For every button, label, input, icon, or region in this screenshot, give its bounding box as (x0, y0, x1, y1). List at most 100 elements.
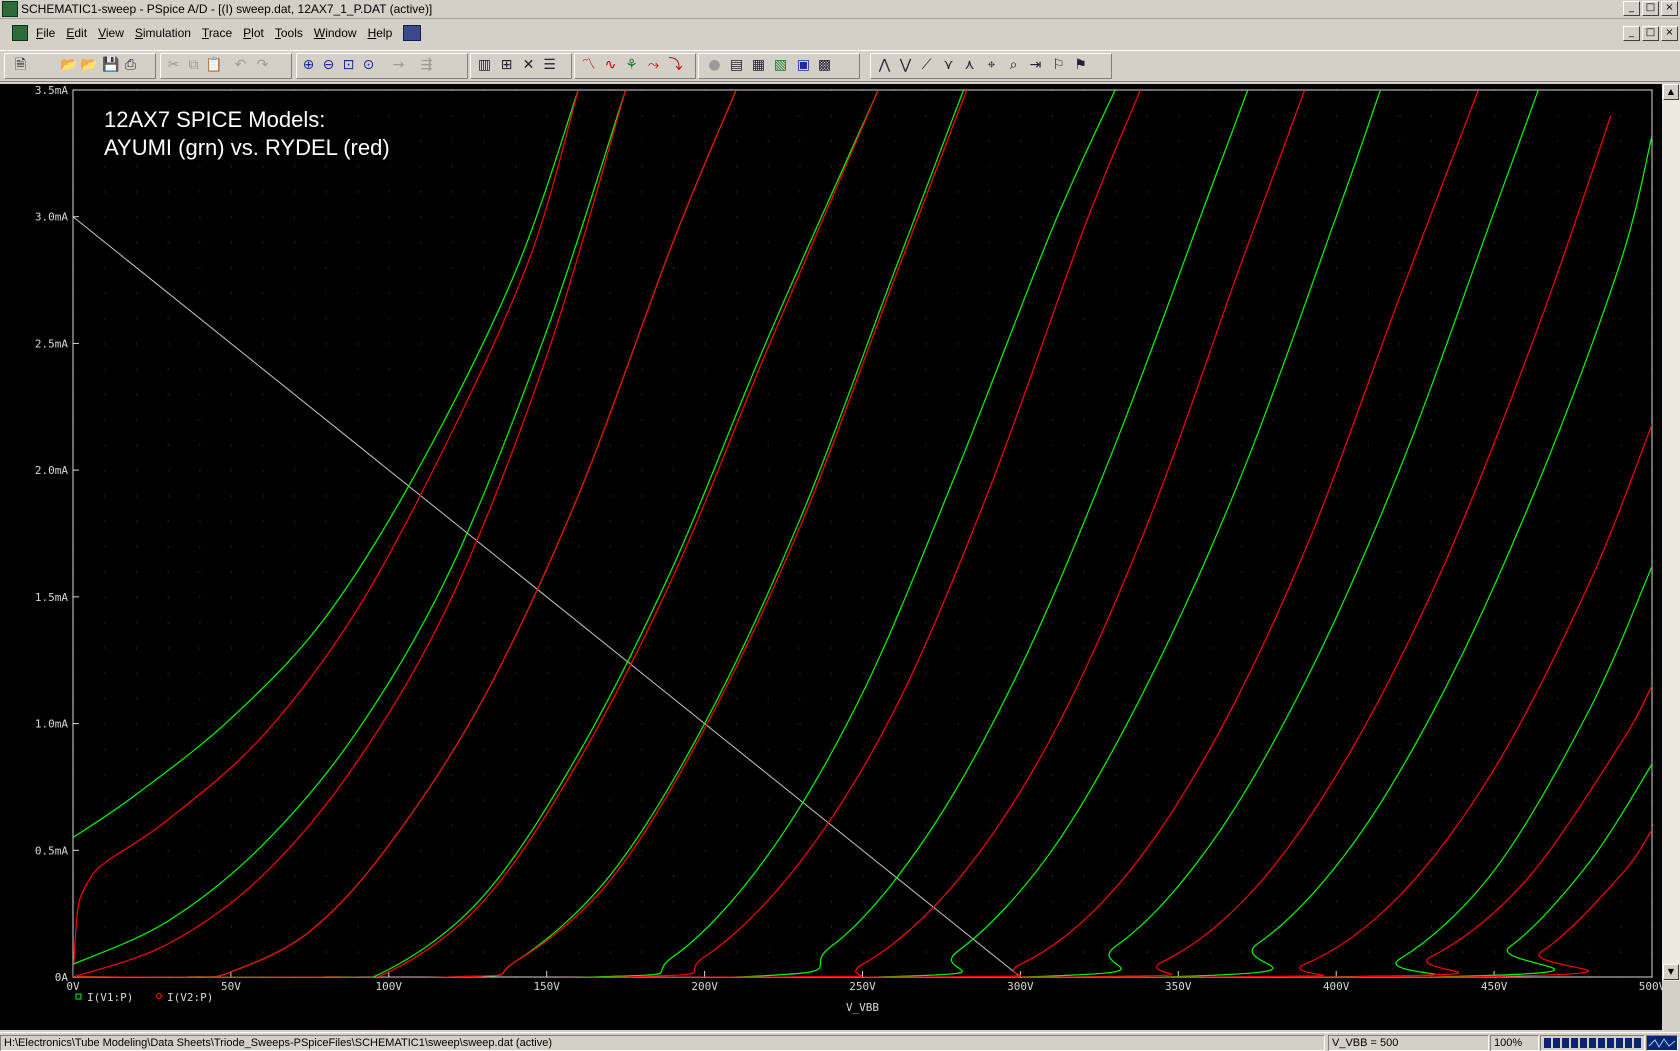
grid-dot (925, 672, 927, 674)
open-icon[interactable]: 📂 (60, 57, 77, 74)
cursor-peak-icon[interactable]: ⋀ (876, 57, 893, 74)
grid-dot (388, 419, 390, 421)
grid-dot (578, 571, 580, 573)
grid-dot (1178, 622, 1180, 624)
grid-dot (357, 774, 359, 776)
cursor-search-icon[interactable]: ⌕ (1005, 57, 1022, 74)
grid-dot (420, 318, 422, 320)
grid-dot (1209, 318, 1211, 320)
y-tick-label: 2.0mA (35, 464, 68, 477)
log-x-icon[interactable]: → (390, 57, 407, 74)
zoom-area-icon[interactable]: ⊡ (340, 57, 357, 74)
grid-dot (483, 166, 485, 168)
zoom-in-icon[interactable]: ⊕ (300, 57, 317, 74)
probe-window-icon[interactable]: ▣ (795, 57, 812, 74)
grid-dot (767, 166, 769, 168)
grid-dot (357, 926, 359, 928)
menu-simulation[interactable]: Simulation (135, 26, 191, 40)
menu-view[interactable]: View (98, 26, 124, 40)
grid-dot (704, 951, 706, 953)
menu-trace[interactable]: Trace (202, 26, 232, 40)
markers-icon[interactable]: ▩ (816, 57, 833, 74)
grid-dot (167, 926, 169, 928)
menu-edit[interactable]: Edit (66, 26, 87, 40)
cursor-slope-icon[interactable]: ⟋ (918, 57, 935, 74)
doc-restore-button[interactable]: □ (1642, 26, 1659, 41)
grid-dot (199, 444, 201, 446)
grid-dot (925, 216, 927, 218)
grid-dot (388, 191, 390, 193)
fourier-icon[interactable]: ⇶ (418, 57, 435, 74)
progress-segment (1580, 1038, 1587, 1049)
cut-icon[interactable]: ✂ (165, 57, 182, 74)
zoom-out-icon[interactable]: ⊖ (320, 57, 337, 74)
plot-window[interactable]: 0V 50V 100V 150V 200V 250V 300V 350V 400V 450V 500… (0, 84, 1662, 1030)
grid-dot (1273, 951, 1275, 953)
paste-icon[interactable]: 📋 (205, 57, 222, 74)
grid-dot (1525, 774, 1527, 776)
scroll-down-icon[interactable]: ▼ (1663, 964, 1679, 980)
grid-dot (957, 318, 959, 320)
doc-close-button[interactable]: × (1661, 26, 1678, 41)
grid-dot (799, 444, 801, 446)
grid-dot (357, 191, 359, 193)
grid-dot (262, 191, 264, 193)
view-results-icon[interactable]: ▧ (772, 57, 789, 74)
grid-dot (1020, 520, 1022, 522)
grid-icon[interactable]: ☰ (541, 57, 558, 74)
add-trace-icon[interactable]: 〽 (580, 57, 597, 74)
cursor-min-icon[interactable]: ⋎ (940, 57, 957, 74)
probe-chart[interactable]: 0V 50V 100V 150V 200V 250V 300V 350V 400V 450V 500… (0, 84, 1662, 1030)
whats-this-icon[interactable] (403, 25, 422, 41)
new-icon[interactable]: 🗎 (12, 57, 29, 74)
grid-dot (483, 723, 485, 725)
menu-help[interactable]: Help (368, 26, 393, 40)
copy-icon[interactable]: ⧉ (185, 57, 202, 74)
delete-plot-icon[interactable]: ⤳ (645, 57, 662, 74)
grid-dot (1241, 596, 1243, 598)
close-button[interactable]: × (1661, 1, 1678, 16)
grid-dot (262, 951, 264, 953)
cursor-point-icon[interactable]: ⌖ (983, 57, 1000, 74)
menu-window[interactable]: Window (314, 26, 357, 40)
cursor-next-icon[interactable]: ⇥ (1027, 57, 1044, 74)
grid-dot (199, 672, 201, 674)
zoom-fit-icon[interactable]: ⊙ (360, 57, 377, 74)
grid-dot (925, 394, 927, 396)
view-sim-icon[interactable]: ▤ (728, 57, 745, 74)
redo-icon[interactable]: ↷ (254, 57, 271, 74)
performance-icon[interactable]: ▥ (476, 57, 493, 74)
document-icon[interactable] (12, 25, 28, 41)
menu-tools[interactable]: Tools (275, 26, 303, 40)
cursor-mark-icon[interactable]: ⚑ (1072, 57, 1089, 74)
axis-settings-icon[interactable]: ⊞ (498, 57, 515, 74)
undo-icon[interactable]: ↶ (232, 57, 249, 74)
print-icon[interactable]: ⎙ (122, 57, 139, 74)
mark-data-icon[interactable]: ⤵ (667, 57, 684, 74)
view-output-icon[interactable]: ▦ (750, 57, 767, 74)
doc-minimize-button[interactable]: _ (1623, 26, 1640, 41)
eval-goal-icon[interactable]: ∿ (602, 57, 619, 74)
save-icon[interactable]: 💾 (102, 57, 119, 74)
toggle-cursor-icon[interactable]: ✕ (520, 57, 537, 74)
menu-plot[interactable]: Plot (243, 26, 264, 40)
x-axis-label: V_VBB (846, 1001, 879, 1014)
grid-dot (1557, 951, 1559, 953)
grid-dot (862, 774, 864, 776)
open-sim-icon[interactable]: 📂 (80, 57, 97, 74)
minimize-button[interactable]: _ (1623, 1, 1640, 16)
grid-dot (483, 875, 485, 877)
cursor-label-icon[interactable]: ⚐ (1050, 57, 1067, 74)
grid-dot (1051, 647, 1053, 649)
add-plot-icon[interactable]: ⚘ (623, 57, 640, 74)
cursor-max-icon[interactable]: ⋏ (961, 57, 978, 74)
cursor-trough-icon[interactable]: ⋁ (897, 57, 914, 74)
run-icon[interactable]: ● (706, 57, 723, 74)
menu-file[interactable]: File (36, 26, 55, 40)
grid-dot (925, 875, 927, 877)
maximize-button[interactable]: □ (1642, 1, 1659, 16)
vertical-scrollbar[interactable]: ▲ ▼ (1662, 84, 1680, 981)
scroll-up-icon[interactable]: ▲ (1663, 84, 1679, 100)
grid-dot (830, 596, 832, 598)
grid-dot (1083, 166, 1085, 168)
